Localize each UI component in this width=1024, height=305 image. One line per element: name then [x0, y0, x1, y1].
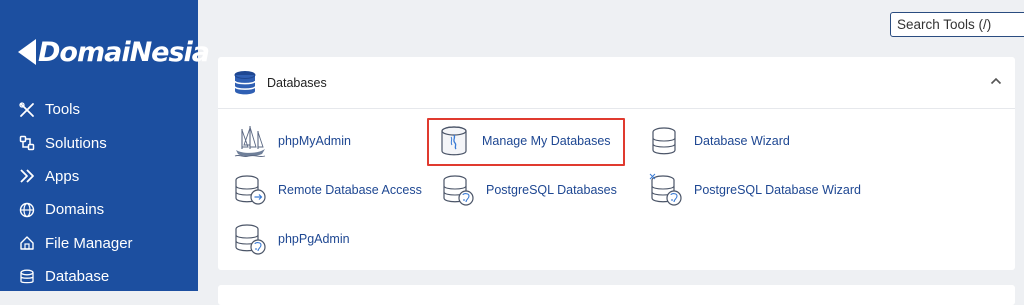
sidebar-item-domains[interactable]: Domains	[18, 193, 133, 226]
apps-icon	[18, 167, 36, 185]
sidebar-item-label: Solutions	[45, 134, 107, 152]
sidebar-item-label: Database	[45, 268, 110, 286]
databases-section-icon	[232, 70, 258, 101]
tool-phpmyadmin[interactable]: phpMyAdmin	[232, 123, 351, 159]
postgresql-wizard-icon	[648, 172, 684, 208]
sidebar-item-label: Domains	[45, 201, 105, 219]
collapse-chevron-up-icon[interactable]	[989, 74, 1003, 88]
solutions-icon	[18, 134, 36, 152]
tool-database-wizard[interactable]: Database Wizard	[648, 123, 790, 159]
tool-postgresql-databases[interactable]: PostgreSQL Databases	[440, 172, 617, 208]
tool-label: Database Wizard	[694, 134, 790, 148]
panel-title: Databases	[267, 76, 327, 90]
search-tools-box	[890, 12, 1024, 37]
highlight-box	[427, 118, 625, 166]
phppgadmin-icon	[232, 221, 268, 257]
sidebar-item-apps[interactable]: Apps	[18, 160, 133, 193]
sidebar-item-label: File Manager	[45, 234, 133, 252]
tool-label: Remote Database Access	[278, 183, 422, 197]
tool-label: PostgreSQL Databases	[486, 183, 617, 197]
sidebar: DomaiNesia Tools Solutions Apps Domains	[0, 0, 210, 293]
database-icon	[18, 268, 36, 286]
tool-label: phpPgAdmin	[278, 232, 350, 246]
tool-label: PostgreSQL Database Wizard	[694, 183, 861, 197]
phpmyadmin-icon	[232, 123, 268, 159]
tool-postgresql-database-wizard[interactable]: PostgreSQL Database Wizard	[648, 172, 861, 208]
panel-header[interactable]: Databases	[218, 57, 1015, 109]
globe-icon	[18, 201, 36, 219]
tool-label: phpMyAdmin	[278, 134, 351, 148]
sidebar-item-tools[interactable]: Tools	[18, 93, 133, 126]
sidebar-item-database[interactable]: Database	[18, 260, 133, 293]
sidebar-item-label: Tools	[45, 101, 81, 119]
sidebar-item-solutions[interactable]: Solutions	[18, 126, 133, 159]
database-wizard-icon	[648, 123, 684, 159]
logo-mark-icon	[18, 39, 36, 65]
next-panel	[218, 285, 1015, 305]
tool-remote-database-access[interactable]: Remote Database Access	[232, 172, 422, 208]
logo-text: DomaiNesia	[38, 36, 210, 68]
postgresql-databases-icon	[440, 172, 476, 208]
sidebar-item-label: Apps	[45, 167, 80, 185]
search-input[interactable]	[891, 13, 1024, 36]
file-manager-icon	[18, 234, 36, 252]
tools-icon	[18, 101, 36, 119]
tool-phppgadmin[interactable]: phpPgAdmin	[232, 221, 350, 257]
domainesia-logo[interactable]: DomaiNesia	[18, 34, 210, 70]
sidebar-nav: Tools Solutions Apps Domains File Manage…	[18, 93, 133, 293]
remote-database-icon	[232, 172, 268, 208]
sidebar-item-file-manager[interactable]: File Manager	[18, 227, 133, 260]
